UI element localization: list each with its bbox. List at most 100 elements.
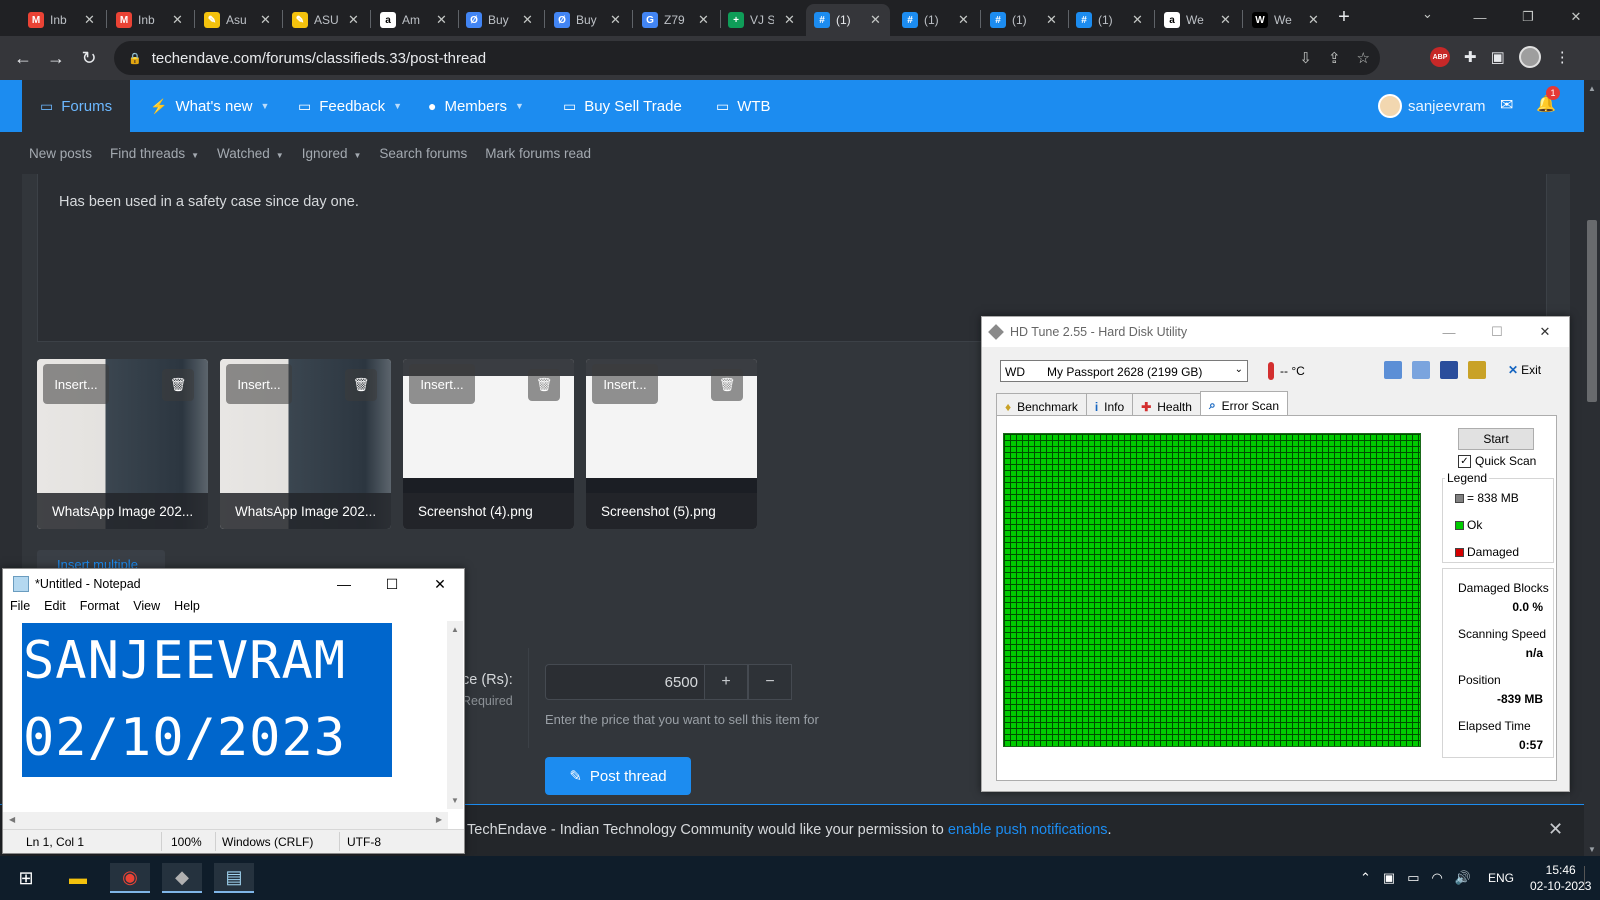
subnav-watched[interactable]: Watched ▼ [217,146,284,161]
mail-icon[interactable]: ✉ [1500,95,1513,115]
hdtune-titlebar[interactable]: HD Tune 2.55 - Hard Disk Utility — ☐ ✕ [982,317,1569,347]
tab-close-icon[interactable]: ✕ [348,12,359,28]
subnav-find-threads[interactable]: Find threads ▼ [110,146,199,161]
share-icon[interactable]: ⇪ [1328,49,1341,67]
browser-tab[interactable]: M Inb ✕ [108,4,192,36]
tab-close-icon[interactable]: ✕ [784,12,795,28]
camera-icon[interactable]: ▣ [1383,870,1395,886]
tab-close-icon[interactable]: ✕ [260,12,271,28]
post-thread-button[interactable]: ✎ Post thread [545,757,691,795]
bookmark-star-icon[interactable]: ☆ [1357,49,1370,67]
tab-search-icon[interactable]: ⌄ [1422,6,1433,22]
wifi-icon[interactable]: ◠ [1432,870,1443,886]
browser-tab[interactable]: # (1) ✕ [806,4,890,36]
menu-edit[interactable]: Edit [44,599,66,619]
start-button[interactable]: Start [1458,428,1534,450]
scrollbar-thumb[interactable] [1587,220,1597,402]
trash-icon[interactable]: 🗑 [162,369,194,401]
minimize-icon[interactable]: — [320,569,368,599]
quick-scan-checkbox[interactable]: ✓ Quick Scan [1458,454,1536,468]
browser-tab[interactable]: a We ✕ [1156,4,1240,36]
drive-select[interactable]: WD My Passport 2628 (2199 GB) ⌄ [1000,360,1248,382]
side-panel-icon[interactable]: ▣ [1491,48,1505,66]
chrome-icon[interactable]: ◉ [110,863,150,893]
insert-attachment-button[interactable]: Insert... [226,364,292,404]
caret-down-icon[interactable]: ▼ [393,101,402,111]
tab-close-icon[interactable]: ✕ [870,12,881,28]
caret-down-icon[interactable]: ▼ [515,101,524,111]
notepad-horizontal-scrollbar[interactable]: ◀ ▶ [3,812,448,829]
subnav-mark-forums-read[interactable]: Mark forums read [485,146,591,161]
scroll-down-icon[interactable]: ▼ [1588,845,1596,854]
exit-button[interactable]: ✕ Exit [1508,363,1541,377]
tab-close-icon[interactable]: ✕ [1046,12,1057,28]
subnav-search-forums[interactable]: Search forums [379,146,467,161]
tab-close-icon[interactable]: ✕ [1308,12,1319,28]
browser-tab[interactable]: ✎ Asu ✕ [196,4,280,36]
show-desktop-button[interactable] [1584,866,1592,890]
input-language[interactable]: ENG [1488,871,1514,885]
browser-tab[interactable]: # (1) ✕ [1068,4,1152,36]
tab-close-icon[interactable]: ✕ [1220,12,1231,28]
browser-tab[interactable]: + VJ S ✕ [720,4,804,36]
browser-tab[interactable]: Ø Buy ✕ [458,4,542,36]
nav-item-what-s-new[interactable]: ⚡ What's new ▼ [150,80,269,132]
forward-icon[interactable]: → [43,45,69,71]
close-icon[interactable]: ✕ [1552,0,1600,34]
maximize-icon[interactable]: ☐ [1473,317,1521,347]
tab-close-icon[interactable]: ✕ [610,12,621,28]
tab-benchmark[interactable]: ♦ Benchmark [996,393,1087,415]
notepad-vertical-scrollbar[interactable]: ▲ ▼ [447,621,463,809]
subnav-ignored[interactable]: Ignored ▼ [302,146,362,161]
install-icon[interactable]: ⇩ [1299,49,1312,67]
price-input[interactable]: 6500 [545,664,705,700]
back-icon[interactable]: ← [10,45,36,71]
menu-format[interactable]: Format [80,599,120,619]
caret-down-icon[interactable]: ▼ [261,101,270,111]
checkbox-check-icon[interactable]: ✓ [1458,454,1471,468]
browser-tab[interactable]: G Z79 ✕ [634,4,718,36]
attachment-thumbnail[interactable]: Insert... 🗑 Screenshot (5).png [586,359,757,529]
insert-attachment-button[interactable]: Insert... [409,364,475,404]
nav-item-wtb[interactable]: ▭ WTB [716,80,771,132]
minimize-icon[interactable]: — [1456,0,1504,34]
page-scrollbar[interactable]: ▲ ▼ [1584,80,1600,856]
options-icon[interactable] [1468,361,1486,379]
profile-avatar[interactable] [1518,46,1541,68]
chrome-menu-icon[interactable]: ⋮ [1555,48,1570,66]
nav-item-members[interactable]: ● Members ▼ [428,80,524,132]
trash-icon[interactable]: 🗑 [711,369,743,401]
attachment-thumbnail[interactable]: Insert... 🗑 WhatsApp Image 202... [220,359,391,529]
clock[interactable]: 15:46 02-10-2023 [1530,862,1591,894]
enable-push-link[interactable]: enable push notifications [948,822,1108,838]
windows-start-icon[interactable]: ⊞ [6,863,46,893]
insert-attachment-button[interactable]: Insert... [43,364,109,404]
tab-close-icon[interactable]: ✕ [1132,12,1143,28]
tab-health[interactable]: ✚ Health [1132,393,1201,415]
save-icon[interactable] [1440,361,1458,379]
battery-icon[interactable]: ▭ [1407,870,1419,886]
browser-tab[interactable]: W We ✕ [1244,4,1328,36]
subnav-new-posts[interactable]: New posts [29,146,92,161]
notepad-app-icon[interactable]: ▤ [214,863,254,893]
nav-item-buy-sell-trade[interactable]: ▭ Buy Sell Trade [563,80,682,132]
price-increment-button[interactable]: + [704,664,748,700]
minimize-icon[interactable]: — [1425,317,1473,347]
caret-down-icon[interactable]: ▼ [276,151,284,160]
caret-down-icon[interactable]: ▼ [354,151,362,160]
scroll-right-icon[interactable]: ▶ [436,815,442,824]
scroll-left-icon[interactable]: ◀ [9,815,15,824]
push-close-icon[interactable]: ✕ [1548,819,1563,840]
browser-tab[interactable]: # (1) ✕ [982,4,1066,36]
copy-info-icon[interactable] [1384,361,1402,379]
notepad-titlebar[interactable]: *Untitled - Notepad — ☐ ✕ [3,569,464,599]
tab-info[interactable]: i Info [1085,393,1134,415]
tab-error-scan[interactable]: ⌕ Error Scan [1199,391,1289,415]
maximize-icon[interactable]: ☐ [368,569,416,599]
tab-close-icon[interactable]: ✕ [436,12,447,28]
browser-tab[interactable]: Ø Buy ✕ [546,4,630,36]
nav-item-feedback[interactable]: ▭ Feedback ▼ [298,80,402,132]
caret-down-icon[interactable]: ▼ [191,151,199,160]
text-line-1[interactable]: SANJEEVRAM [23,623,392,700]
menu-help[interactable]: Help [174,599,200,619]
